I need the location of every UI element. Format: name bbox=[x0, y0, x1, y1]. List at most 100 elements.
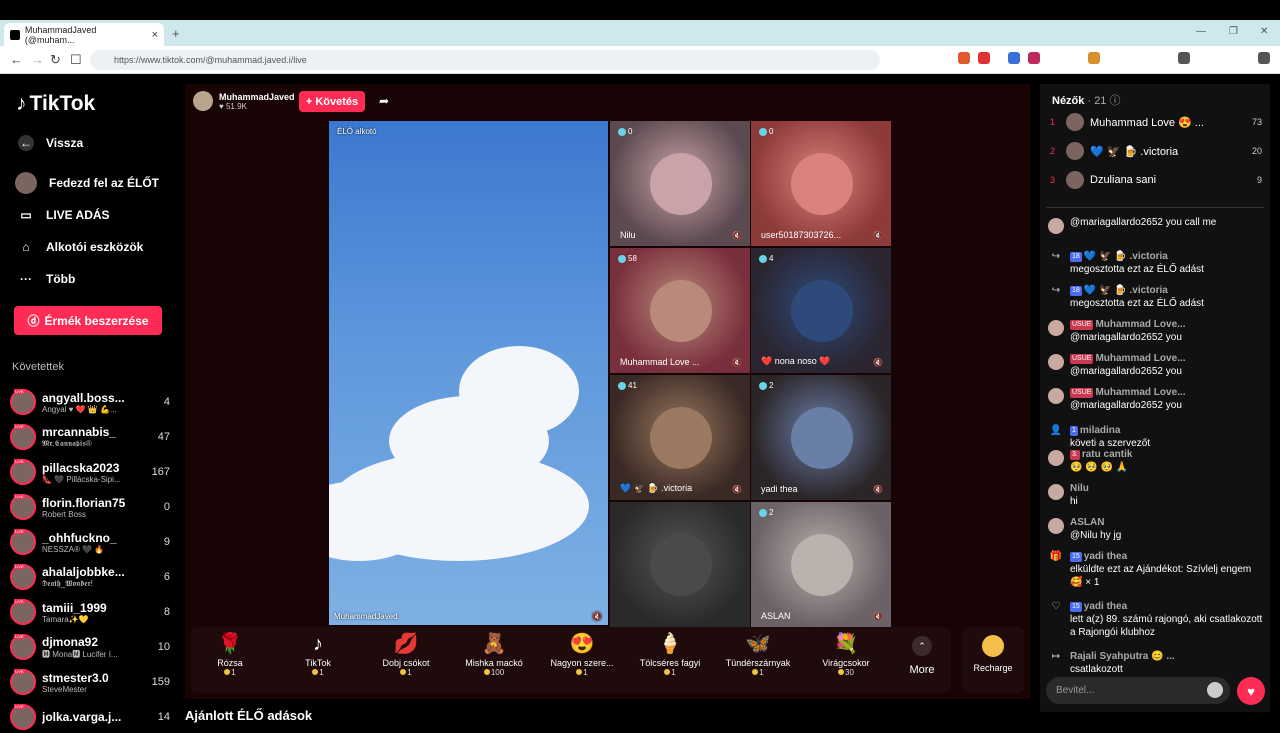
guest-tile[interactable]: 4 ❤️ nona noso ❤️ 🔇 bbox=[751, 248, 891, 373]
new-tab-icon[interactable]: + bbox=[172, 26, 180, 41]
maximize-icon[interactable]: ❐ bbox=[1229, 26, 1238, 37]
chat-message[interactable]: ♡ 15 yadi thea lett a(z) 89. számú rajongó,… bbox=[1048, 600, 1266, 639]
avatar[interactable] bbox=[1048, 320, 1064, 336]
username[interactable]: yadi thea bbox=[1084, 551, 1127, 562]
chat-message[interactable]: ↪ 18 💙 🦅 🍺 .victoria megosztotta ezt az ÉLŐ… bbox=[1048, 284, 1266, 310]
back-arrow-icon[interactable]: ← bbox=[10, 52, 23, 67]
chat-message[interactable]: @mariagallardo2652 you call me bbox=[1048, 216, 1266, 234]
guest-tile[interactable]: 58 Muhammad Love ... 🔇 bbox=[610, 248, 750, 373]
menu-icon[interactable] bbox=[1258, 52, 1270, 64]
back-link[interactable]: ← Vissza bbox=[18, 135, 83, 151]
extension-icon[interactable] bbox=[1028, 52, 1040, 64]
following-item[interactable]: LIVE florin.florian75 Robert Boss 0 bbox=[10, 491, 170, 523]
top-viewer-row[interactable]: 2 💙 🦅 🍺 .victoria 20 bbox=[1050, 140, 1262, 162]
chat-message[interactable]: ↪ 18 💙 🦅 🍺 .victoria megosztotta ezt az ÉLŐ… bbox=[1048, 250, 1266, 276]
avatar[interactable]: LIVE bbox=[10, 494, 36, 520]
avatar[interactable]: LIVE bbox=[10, 564, 36, 590]
following-item[interactable]: LIVE tamiii_1999 Tamara✨💛 8 bbox=[10, 596, 170, 628]
tiktok-logo[interactable]: ♪ TikTok bbox=[16, 92, 95, 116]
guest-tile[interactable]: 0 user50187303726... 🔇 bbox=[751, 121, 891, 246]
chat-message[interactable]: USUE Muhammad Love... @mariagallardo2652 y… bbox=[1048, 386, 1266, 412]
chat-message[interactable]: USUE Muhammad Love... @mariagallardo2652 y… bbox=[1048, 352, 1266, 378]
browser-tab[interactable]: MuhammadJaved (@muham... × bbox=[4, 23, 164, 46]
following-item[interactable]: LIVE mrcannabis_ 𝕸𝖗.𝕮𝖆𝖓𝖓𝖆𝖇𝖎𝖘® 47 bbox=[10, 421, 170, 453]
avatar[interactable] bbox=[1048, 218, 1064, 234]
gift-item[interactable]: 💋 Dobj csókot 1 bbox=[366, 630, 446, 677]
avatar[interactable]: LIVE bbox=[10, 389, 36, 415]
gift-item[interactable]: 🍦 Tölcséres fagyi 1 bbox=[630, 630, 710, 677]
chat-message[interactable]: ↦ Rajali Syahputra 😊 ... csatlakozott bbox=[1048, 650, 1266, 676]
bookmark-icon[interactable]: ☐ bbox=[70, 52, 82, 68]
chat-message[interactable]: 3. ratu cantik 🥺 🥺 🥺 🙏 bbox=[1048, 448, 1266, 474]
following-item[interactable]: LIVE ahalaljobbke... 𝕯𝖊𝖆𝖙𝖍_𝖂𝖔𝖓𝖉𝖊𝖗! 6 bbox=[10, 561, 170, 593]
avatar[interactable]: LIVE bbox=[10, 459, 36, 485]
username[interactable]: ASLAN bbox=[1070, 517, 1104, 528]
guest-tile[interactable] bbox=[610, 502, 750, 627]
username[interactable]: Muhammad Love... bbox=[1095, 319, 1185, 330]
guest-tile[interactable]: 2 yadi thea 🔇 bbox=[751, 375, 891, 500]
username[interactable]: Muhammad Love... bbox=[1095, 387, 1185, 398]
guest-tile[interactable]: 41 💙 🦅 🍺 .victoria 🔇 bbox=[610, 375, 750, 500]
info-icon[interactable]: ⓘ bbox=[1110, 95, 1121, 107]
username[interactable]: yadi thea bbox=[1084, 601, 1127, 612]
guest-tile[interactable]: 0 Nilu 🔇 bbox=[610, 121, 750, 246]
avatar[interactable] bbox=[1048, 388, 1064, 404]
gift-item[interactable]: 🧸 Mishka mackó 100 bbox=[454, 630, 534, 677]
avatar[interactable] bbox=[1048, 518, 1064, 534]
chat-message[interactable]: 👤 1 miladina követi a szervezőt bbox=[1048, 424, 1266, 450]
guest-tile[interactable]: 2 ASLAN 🔇 bbox=[751, 502, 891, 627]
share-icon[interactable]: ➦ bbox=[379, 94, 389, 108]
host-avatar[interactable] bbox=[193, 91, 213, 111]
extension-icon[interactable] bbox=[1088, 52, 1100, 64]
top-viewer-row[interactable]: 1 Muhammad Love 😍 ... 73 bbox=[1050, 111, 1262, 133]
avatar[interactable] bbox=[1048, 354, 1064, 370]
following-item[interactable]: LIVE jolka.varga.j... 14 bbox=[10, 701, 170, 733]
gift-item[interactable]: 🌹 Rózsa 1 bbox=[190, 630, 270, 677]
brave-shield-icon[interactable] bbox=[958, 52, 970, 64]
emoji-icon[interactable] bbox=[1207, 682, 1223, 698]
explore-live-link[interactable]: Fedezd fel az ÉLŐT bbox=[15, 172, 159, 194]
avatar[interactable] bbox=[1048, 450, 1064, 466]
chat-message[interactable]: ASLAN @Nilu hy jg bbox=[1048, 516, 1266, 542]
gift-item[interactable]: ♪ TikTok 1 bbox=[278, 630, 358, 677]
username[interactable]: Muhammad Love... bbox=[1095, 353, 1185, 364]
chat-message[interactable]: Nilu hi bbox=[1048, 482, 1266, 508]
chat-message[interactable]: 🎁 15 yadi thea elküldte ezt az Ajándékot: S… bbox=[1048, 550, 1266, 589]
following-item[interactable]: LIVE stmester3.0 SteveMester 159 bbox=[10, 666, 170, 698]
avatar[interactable]: LIVE bbox=[10, 634, 36, 660]
close-window-icon[interactable]: ✕ bbox=[1260, 26, 1268, 37]
gift-item[interactable]: 💐 Virágcsokor 30 bbox=[806, 630, 886, 677]
creator-tools-link[interactable]: ⌂ Alkotói eszközök bbox=[18, 239, 143, 255]
username[interactable]: Rajali Syahputra 😊 ... bbox=[1070, 651, 1175, 662]
like-heart-button[interactable]: ♥ bbox=[1237, 677, 1265, 705]
username[interactable]: 💙 🦅 🍺 .victoria bbox=[1084, 251, 1168, 262]
close-tab-icon[interactable]: × bbox=[152, 29, 158, 41]
username[interactable]: Nilu bbox=[1070, 483, 1089, 494]
chat-message[interactable]: USUE Muhammad Love... @mariagallardo2652 y… bbox=[1048, 318, 1266, 344]
rewards-icon[interactable] bbox=[978, 52, 990, 64]
follow-button[interactable]: + Követés bbox=[299, 91, 365, 112]
following-item[interactable]: LIVE _ohhfuckno_ NESSZA® 🖤 🔥 9 bbox=[10, 526, 170, 558]
live-link[interactable]: ▭ LIVE ADÁS bbox=[18, 207, 109, 223]
avatar[interactable]: LIVE bbox=[10, 424, 36, 450]
more-link[interactable]: ··· Több bbox=[18, 271, 75, 287]
more-gifts-button[interactable]: ⌃ More bbox=[905, 636, 939, 676]
get-coins-button[interactable]: ⓓ Érmék beszerzése bbox=[14, 306, 162, 335]
recharge-button[interactable]: Recharge bbox=[962, 627, 1024, 693]
reload-icon[interactable]: ↻ bbox=[50, 52, 61, 68]
address-input[interactable]: https://www.tiktok.com/@muhammad.javed.i… bbox=[90, 50, 880, 70]
avatar[interactable]: LIVE bbox=[10, 599, 36, 625]
username[interactable]: ratu cantik bbox=[1082, 449, 1133, 460]
following-item[interactable]: LIVE angyall.boss... Angyal ♥ ❤️ 👑 💪... 4 bbox=[10, 386, 170, 418]
sidebar-toggle-icon[interactable] bbox=[1178, 52, 1190, 64]
avatar[interactable]: LIVE bbox=[10, 669, 36, 695]
username[interactable]: 💙 🦅 🍺 .victoria bbox=[1084, 285, 1168, 296]
avatar[interactable] bbox=[1048, 484, 1064, 500]
translate-ext-icon[interactable] bbox=[1008, 52, 1020, 64]
gift-item[interactable]: 😍 Nagyon szere... 1 bbox=[542, 630, 622, 677]
forward-arrow-icon[interactable]: → bbox=[31, 52, 44, 67]
gift-item[interactable]: 🦋 Tündérszárnyak 1 bbox=[718, 630, 798, 677]
username[interactable]: miladina bbox=[1080, 425, 1121, 436]
avatar[interactable]: LIVE bbox=[10, 704, 36, 730]
minimize-icon[interactable]: — bbox=[1196, 26, 1206, 37]
